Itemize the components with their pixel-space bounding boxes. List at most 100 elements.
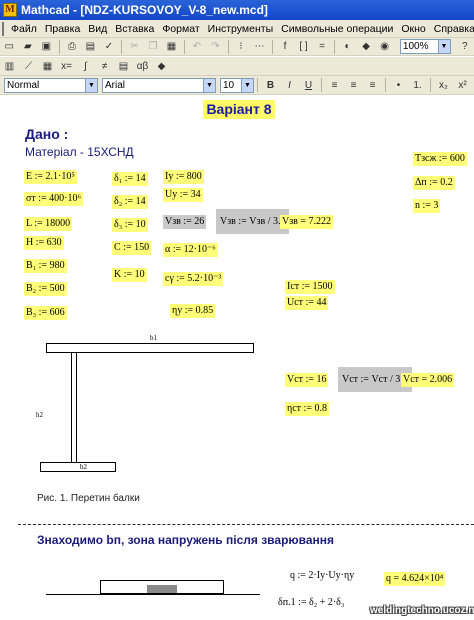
align-icon[interactable]: ⁝ bbox=[233, 39, 250, 54]
evaluation-icon[interactable]: x= bbox=[58, 59, 75, 74]
italic-icon[interactable]: I bbox=[281, 78, 298, 93]
boolean-icon[interactable]: ≠ bbox=[96, 59, 113, 74]
numbering-icon[interactable]: 1. bbox=[409, 78, 426, 93]
menu-edit[interactable]: Правка bbox=[41, 23, 84, 35]
menu-window[interactable]: Окно bbox=[397, 23, 429, 35]
web-toolbar-icon[interactable]: ◉ bbox=[376, 39, 393, 54]
formula-B3[interactable]: B₃ := 606 bbox=[24, 306, 67, 320]
formula-d1[interactable]: δ₁ := 14 bbox=[112, 172, 148, 186]
help-icon[interactable]: ? bbox=[457, 39, 474, 54]
align-left-icon[interactable]: ≡ bbox=[326, 78, 343, 93]
menu-symbolics[interactable]: Символьные операции bbox=[277, 23, 397, 35]
chevron-down-icon[interactable]: ▼ bbox=[203, 78, 215, 92]
graph-icon[interactable]: ⟋ bbox=[20, 59, 37, 74]
greek-icon[interactable]: αβ bbox=[134, 59, 151, 74]
formula-K[interactable]: K := 10 bbox=[112, 268, 147, 282]
save-icon[interactable]: ▣ bbox=[38, 39, 55, 54]
formula-H[interactable]: H := 630 bbox=[24, 236, 64, 250]
insert-unit-icon[interactable]: [ ] bbox=[295, 39, 312, 54]
print-preview-icon[interactable]: ▤ bbox=[82, 39, 99, 54]
undo-icon[interactable]: ↶ bbox=[189, 39, 206, 54]
formula-n[interactable]: n := 3 bbox=[413, 199, 441, 213]
formula-Iy[interactable]: Iy := 800 bbox=[163, 170, 204, 184]
plate-left bbox=[100, 580, 101, 594]
font-select[interactable]: Arial ▼ bbox=[102, 77, 216, 93]
style-select[interactable]: Normal ▼ bbox=[4, 77, 98, 93]
chevron-down-icon[interactable]: ▼ bbox=[85, 78, 97, 92]
formula-E[interactable]: E := 2.1·10⁵ bbox=[24, 170, 77, 184]
worksheet[interactable]: Варіант 8 Дано : Матеріал - 15ХСНД E := … bbox=[0, 96, 474, 620]
print-icon[interactable]: ⎙ bbox=[64, 39, 81, 54]
resource-center-icon[interactable]: ◆ bbox=[358, 39, 375, 54]
formula-sigma-t[interactable]: σт := 400·10⁶ bbox=[24, 192, 83, 206]
cut-icon[interactable]: ✂ bbox=[126, 39, 143, 54]
superscript-icon[interactable]: x² bbox=[454, 78, 471, 93]
mathcad-app-icon: M bbox=[3, 3, 17, 17]
separator bbox=[121, 39, 123, 54]
insert-component-icon[interactable]: ◐ bbox=[339, 39, 356, 54]
formula-Vzv[interactable]: Vзв := 26 bbox=[163, 215, 207, 229]
programming-icon[interactable]: ▤ bbox=[115, 59, 132, 74]
formula-eta-st[interactable]: ηст := 0.8 bbox=[285, 402, 329, 416]
subscript-icon[interactable]: x₂ bbox=[435, 78, 452, 93]
formula-q-result[interactable]: q = 4.624×10⁴ bbox=[384, 572, 446, 586]
calculate-icon[interactable]: = bbox=[314, 39, 331, 54]
separator bbox=[271, 39, 273, 54]
formula-eta-y[interactable]: ηy := 0.85 bbox=[170, 304, 216, 318]
calculus-icon[interactable]: ∫ bbox=[77, 59, 94, 74]
matrix-icon[interactable]: ▦ bbox=[39, 59, 56, 74]
formula-C[interactable]: C := 150 bbox=[112, 241, 152, 255]
chevron-down-icon[interactable]: ▼ bbox=[437, 40, 450, 53]
formula-Uy[interactable]: Uy := 34 bbox=[163, 188, 203, 202]
formula-Vzv-div[interactable]: Vзв := Vзв / 3.6 bbox=[216, 209, 290, 234]
menu-tools[interactable]: Инструменты bbox=[204, 23, 277, 35]
document-icon[interactable] bbox=[2, 21, 4, 36]
section-title: Знаходимо bп, зона напружень після зварю… bbox=[37, 533, 335, 547]
font-size-select[interactable]: 10 ▼ bbox=[220, 77, 254, 93]
formula-Dp[interactable]: Δп := 0.2 bbox=[413, 176, 455, 190]
copy-icon[interactable]: ❐ bbox=[145, 39, 162, 54]
new-icon[interactable]: ▭ bbox=[1, 39, 18, 54]
bold-icon[interactable]: B bbox=[262, 78, 279, 93]
symbolic-icon[interactable]: ◆ bbox=[153, 59, 170, 74]
formula-d3[interactable]: δ₃ := 10 bbox=[112, 218, 148, 232]
redo-icon[interactable]: ↷ bbox=[207, 39, 224, 54]
calculator-icon[interactable]: ▥ bbox=[1, 59, 18, 74]
formula-Tzs[interactable]: Tзсж := 600 bbox=[413, 152, 467, 166]
formula-alpha[interactable]: α := 12·10⁻⁶ bbox=[163, 243, 218, 257]
formula-Vzv-result[interactable]: Vзв = 7.222 bbox=[280, 215, 334, 229]
top-flange-bottom bbox=[46, 352, 254, 353]
font-size-value: 10 bbox=[223, 79, 235, 91]
menu-format[interactable]: Формат bbox=[158, 23, 203, 35]
formula-dn[interactable]: δп.1 := δ₂ + 2·δ₃ bbox=[276, 596, 347, 610]
formula-cgamma[interactable]: cγ := 5.2·10⁻³ bbox=[163, 272, 224, 286]
formula-B2[interactable]: B₂ := 500 bbox=[24, 282, 67, 296]
bullets-icon[interactable]: • bbox=[390, 78, 407, 93]
separator bbox=[183, 39, 185, 54]
menu-help[interactable]: Справка bbox=[430, 23, 474, 35]
separator bbox=[227, 39, 229, 54]
paste-icon[interactable]: ▦ bbox=[163, 39, 180, 54]
menu-file[interactable]: Файл bbox=[7, 23, 41, 35]
top-flange-left bbox=[46, 343, 47, 353]
formula-L[interactable]: L := 18000 bbox=[24, 217, 73, 231]
align-center-icon[interactable]: ≡ bbox=[345, 78, 362, 93]
spell-check-icon[interactable]: ✓ bbox=[101, 39, 118, 54]
open-folder-icon[interactable]: ▰ bbox=[20, 39, 37, 54]
align-horizontal-icon[interactable]: ⋯ bbox=[251, 39, 268, 54]
underline-icon[interactable]: U bbox=[300, 78, 317, 93]
formula-Vst-result[interactable]: Vст = 2.006 bbox=[401, 373, 455, 387]
zoom-select[interactable]: 100% ▼ bbox=[399, 39, 451, 54]
chevron-down-icon[interactable]: ▼ bbox=[241, 78, 253, 92]
separator bbox=[321, 78, 322, 92]
menu-insert[interactable]: Вставка bbox=[111, 23, 158, 35]
insert-function-icon[interactable]: f bbox=[277, 39, 294, 54]
formula-q[interactable]: q := 2·Iy·Uy·ηy bbox=[288, 569, 357, 583]
menu-view[interactable]: Вид bbox=[84, 23, 111, 35]
formula-B1[interactable]: B₁ := 980 bbox=[24, 259, 67, 273]
formula-U-st[interactable]: Uст := 44 bbox=[285, 296, 329, 310]
formula-d2[interactable]: δ₂ := 14 bbox=[112, 195, 148, 209]
formula-I-st[interactable]: Iст := 1500 bbox=[285, 280, 335, 294]
formula-Vst[interactable]: Vст := 16 bbox=[285, 373, 329, 387]
align-right-icon[interactable]: ≡ bbox=[364, 78, 381, 93]
